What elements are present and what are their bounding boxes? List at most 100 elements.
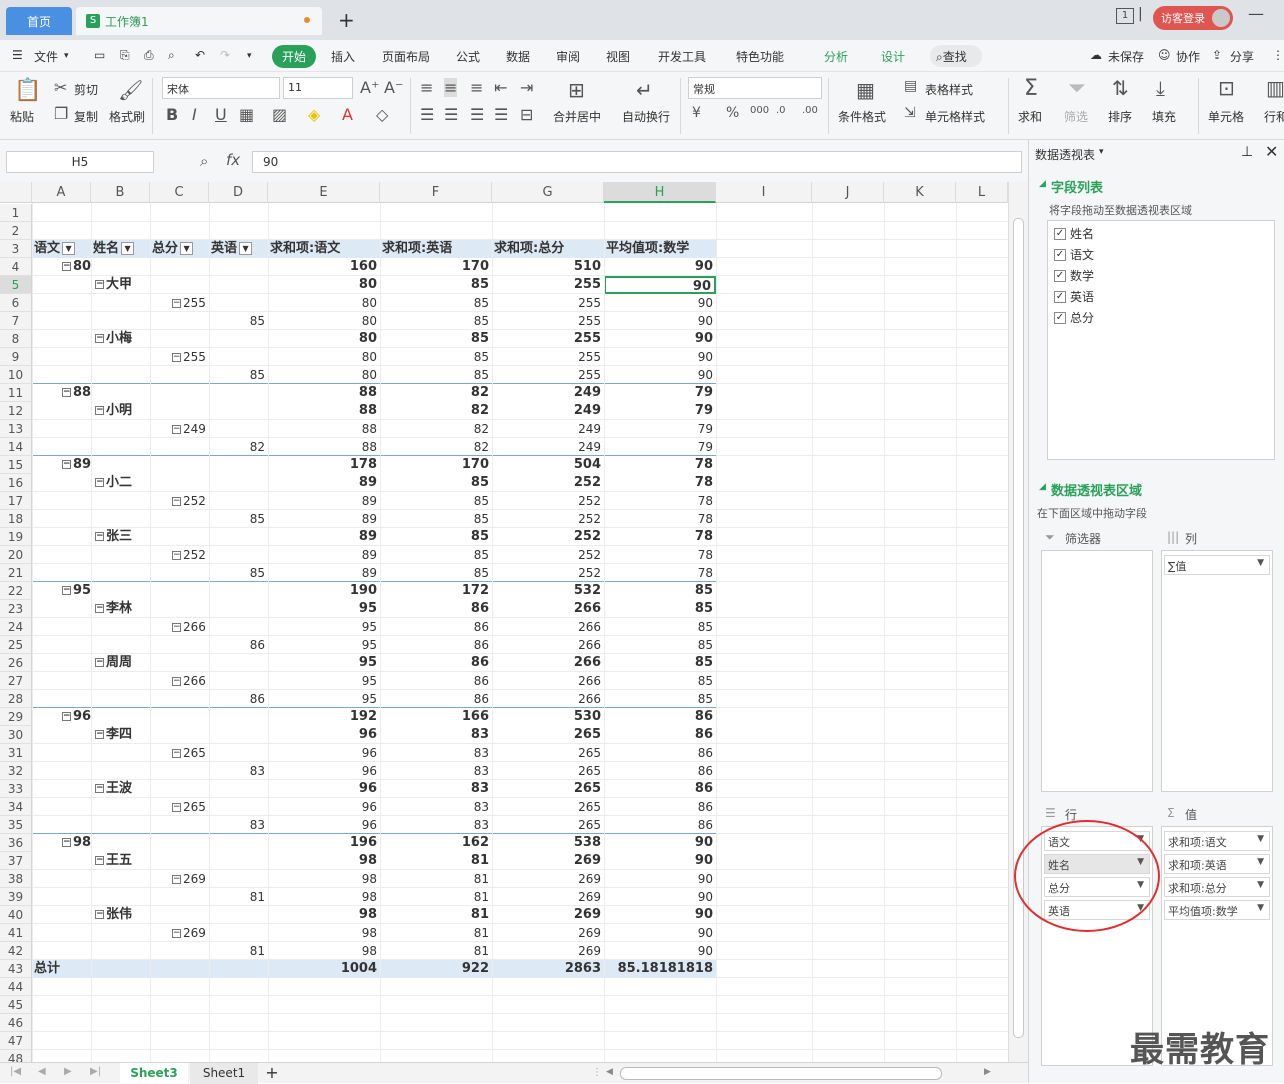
value-cell[interactable]: 85 [604, 690, 716, 708]
pivot-row-label[interactable]: −266 [172, 618, 262, 636]
collapse-minus-icon[interactable]: − [95, 856, 104, 865]
last-sheet-icon[interactable]: ▶| [90, 1066, 101, 1077]
font-name-select[interactable]: 宋体 [162, 77, 280, 99]
scroll-left-icon[interactable]: ◀ [606, 1067, 613, 1077]
indent-increase-icon[interactable]: ⇥ [520, 78, 533, 97]
value-cell[interactable]: 80 [268, 294, 380, 312]
menu-page-layout[interactable]: 页面布局 [382, 48, 430, 65]
auto-wrap-icon[interactable]: ↵ [636, 78, 653, 102]
row-header[interactable]: 32 [0, 762, 32, 780]
value-cell[interactable]: 255 [492, 276, 604, 294]
align-left-icon[interactable]: ☰ [420, 105, 434, 124]
value-cell[interactable]: 90 [604, 834, 716, 852]
scissors-icon[interactable]: ✂ [54, 78, 67, 97]
field-item-total[interactable]: ✓ 总分 [1054, 309, 1094, 326]
collapse-minus-icon[interactable]: − [172, 353, 181, 362]
share-button[interactable]: 分享 [1230, 48, 1254, 65]
row-header[interactable]: 21 [0, 564, 32, 582]
checkbox-checked-icon[interactable]: ✓ [1054, 227, 1066, 240]
pivot-header-cell[interactable]: 姓名 ▼ [93, 240, 148, 258]
value-cell[interactable]: 90 [604, 330, 716, 348]
close-icon[interactable]: ✕ [1265, 142, 1278, 161]
export-icon[interactable]: ⎘ [120, 48, 130, 63]
value-cell[interactable]: 85 [380, 276, 492, 294]
value-cell[interactable]: 95 [268, 636, 380, 654]
window-tile-icon[interactable]: 1 [1116, 8, 1134, 24]
font-shrink-icon[interactable]: A⁻ [384, 78, 403, 97]
pivot-header-cell[interactable]: 语文 ▼ [34, 240, 89, 258]
menu-analyze[interactable]: 分析 [824, 48, 848, 65]
row-header[interactable]: 8 [0, 330, 32, 348]
redo-icon[interactable]: ↷ [220, 48, 230, 62]
value-cell[interactable]: 86 [604, 780, 716, 798]
pivot-row-label[interactable]: − 王五 [95, 852, 185, 870]
value-cell[interactable]: 252 [492, 564, 604, 582]
value-cell[interactable]: 170 [380, 456, 492, 474]
value-cell[interactable]: 98 [268, 924, 380, 942]
row-header[interactable]: 25 [0, 636, 32, 654]
row-header[interactable]: 5 [0, 276, 32, 294]
value-cell[interactable]: 196 [268, 834, 380, 852]
pivot-row-label[interactable]: −265 [172, 744, 262, 762]
checkbox-checked-icon[interactable]: ✓ [1054, 269, 1066, 282]
value-cell[interactable]: 83 [380, 744, 492, 762]
value-cell[interactable]: 85 [380, 366, 492, 384]
border-icon[interactable]: ▦ [239, 105, 254, 124]
spreadsheet-grid[interactable]: ABCDEFGHIJKL 1 2 3 语文 ▼ 姓名 ▼ 总分 ▼ 英语 ▼ 求和项:语文 求和项:英语… [0, 182, 1008, 1062]
value-cell[interactable]: 86 [604, 798, 716, 816]
align-center-icon[interactable]: ☰ [444, 105, 458, 124]
value-cell[interactable]: 160 [268, 258, 380, 276]
value-cell[interactable]: 89 [268, 564, 380, 582]
value-cell[interactable]: 80 [268, 348, 380, 366]
pivot-row-label[interactable]: −265 [172, 798, 262, 816]
value-cell[interactable]: 252 [492, 528, 604, 546]
value-cell[interactable]: 81 [380, 852, 492, 870]
value-cell[interactable]: 88 [268, 384, 380, 402]
value-cell[interactable]: 81 [380, 888, 492, 906]
pivot-row-label[interactable]: −80 [62, 258, 152, 276]
value-cell[interactable]: 85 [604, 600, 716, 618]
value-cell[interactable]: 85 [380, 528, 492, 546]
value-cell[interactable]: 98 [268, 906, 380, 924]
pivot-row-label[interactable]: −252 [172, 492, 262, 510]
tab-home[interactable]: 首页 [6, 7, 72, 35]
copy-icon[interactable]: ❐ [54, 104, 68, 123]
column-header-j[interactable]: J [812, 182, 884, 203]
value-cell[interactable]: 96 [268, 798, 380, 816]
value-cell[interactable]: 90 [604, 906, 716, 924]
row-header[interactable]: 12 [0, 402, 32, 420]
pivot-row-label[interactable]: −89 [62, 456, 152, 474]
pivot-row-label[interactable]: 86 [209, 636, 268, 654]
column-header-f[interactable]: F [380, 182, 492, 203]
value-cell[interactable]: 85 [380, 474, 492, 492]
value-cell[interactable]: 269 [492, 906, 604, 924]
value-cell[interactable]: 90 [604, 924, 716, 942]
value-cell[interactable]: 266 [492, 654, 604, 672]
collapse-minus-icon[interactable]: − [172, 497, 181, 506]
field-item-name[interactable]: ✓ 姓名 [1054, 225, 1094, 242]
value-cell[interactable]: 89 [268, 474, 380, 492]
collapse-minus-icon[interactable]: − [172, 677, 181, 686]
value-cell[interactable]: 98 [268, 942, 380, 960]
value-cell[interactable]: 266 [492, 618, 604, 636]
value-cell[interactable]: 83 [380, 726, 492, 744]
pivot-row-label[interactable]: −255 [172, 294, 262, 312]
value-cell[interactable]: 95 [268, 618, 380, 636]
row-header[interactable]: 22 [0, 582, 32, 600]
value-cell[interactable]: 265 [492, 744, 604, 762]
cut-button[interactable]: 剪切 [74, 81, 98, 98]
name-box[interactable]: H5 [6, 151, 154, 173]
collapse-minus-icon[interactable]: − [95, 658, 104, 667]
value-cell[interactable]: 83 [380, 798, 492, 816]
value-cell[interactable]: 82 [380, 402, 492, 420]
value-cell[interactable]: 255 [492, 366, 604, 384]
value-cell[interactable]: 85 [380, 348, 492, 366]
value-cell[interactable]: 504 [492, 456, 604, 474]
menu-file[interactable]: 文件 [34, 48, 58, 65]
row-header[interactable]: 19 [0, 528, 32, 546]
collapse-triangle-icon[interactable]: ◢ [1039, 179, 1046, 189]
row-header[interactable]: 4 [0, 258, 32, 276]
menu-special[interactable]: 特色功能 [736, 48, 784, 65]
print-icon[interactable]: ⎙ [144, 48, 154, 63]
value-cell[interactable]: 81 [380, 870, 492, 888]
